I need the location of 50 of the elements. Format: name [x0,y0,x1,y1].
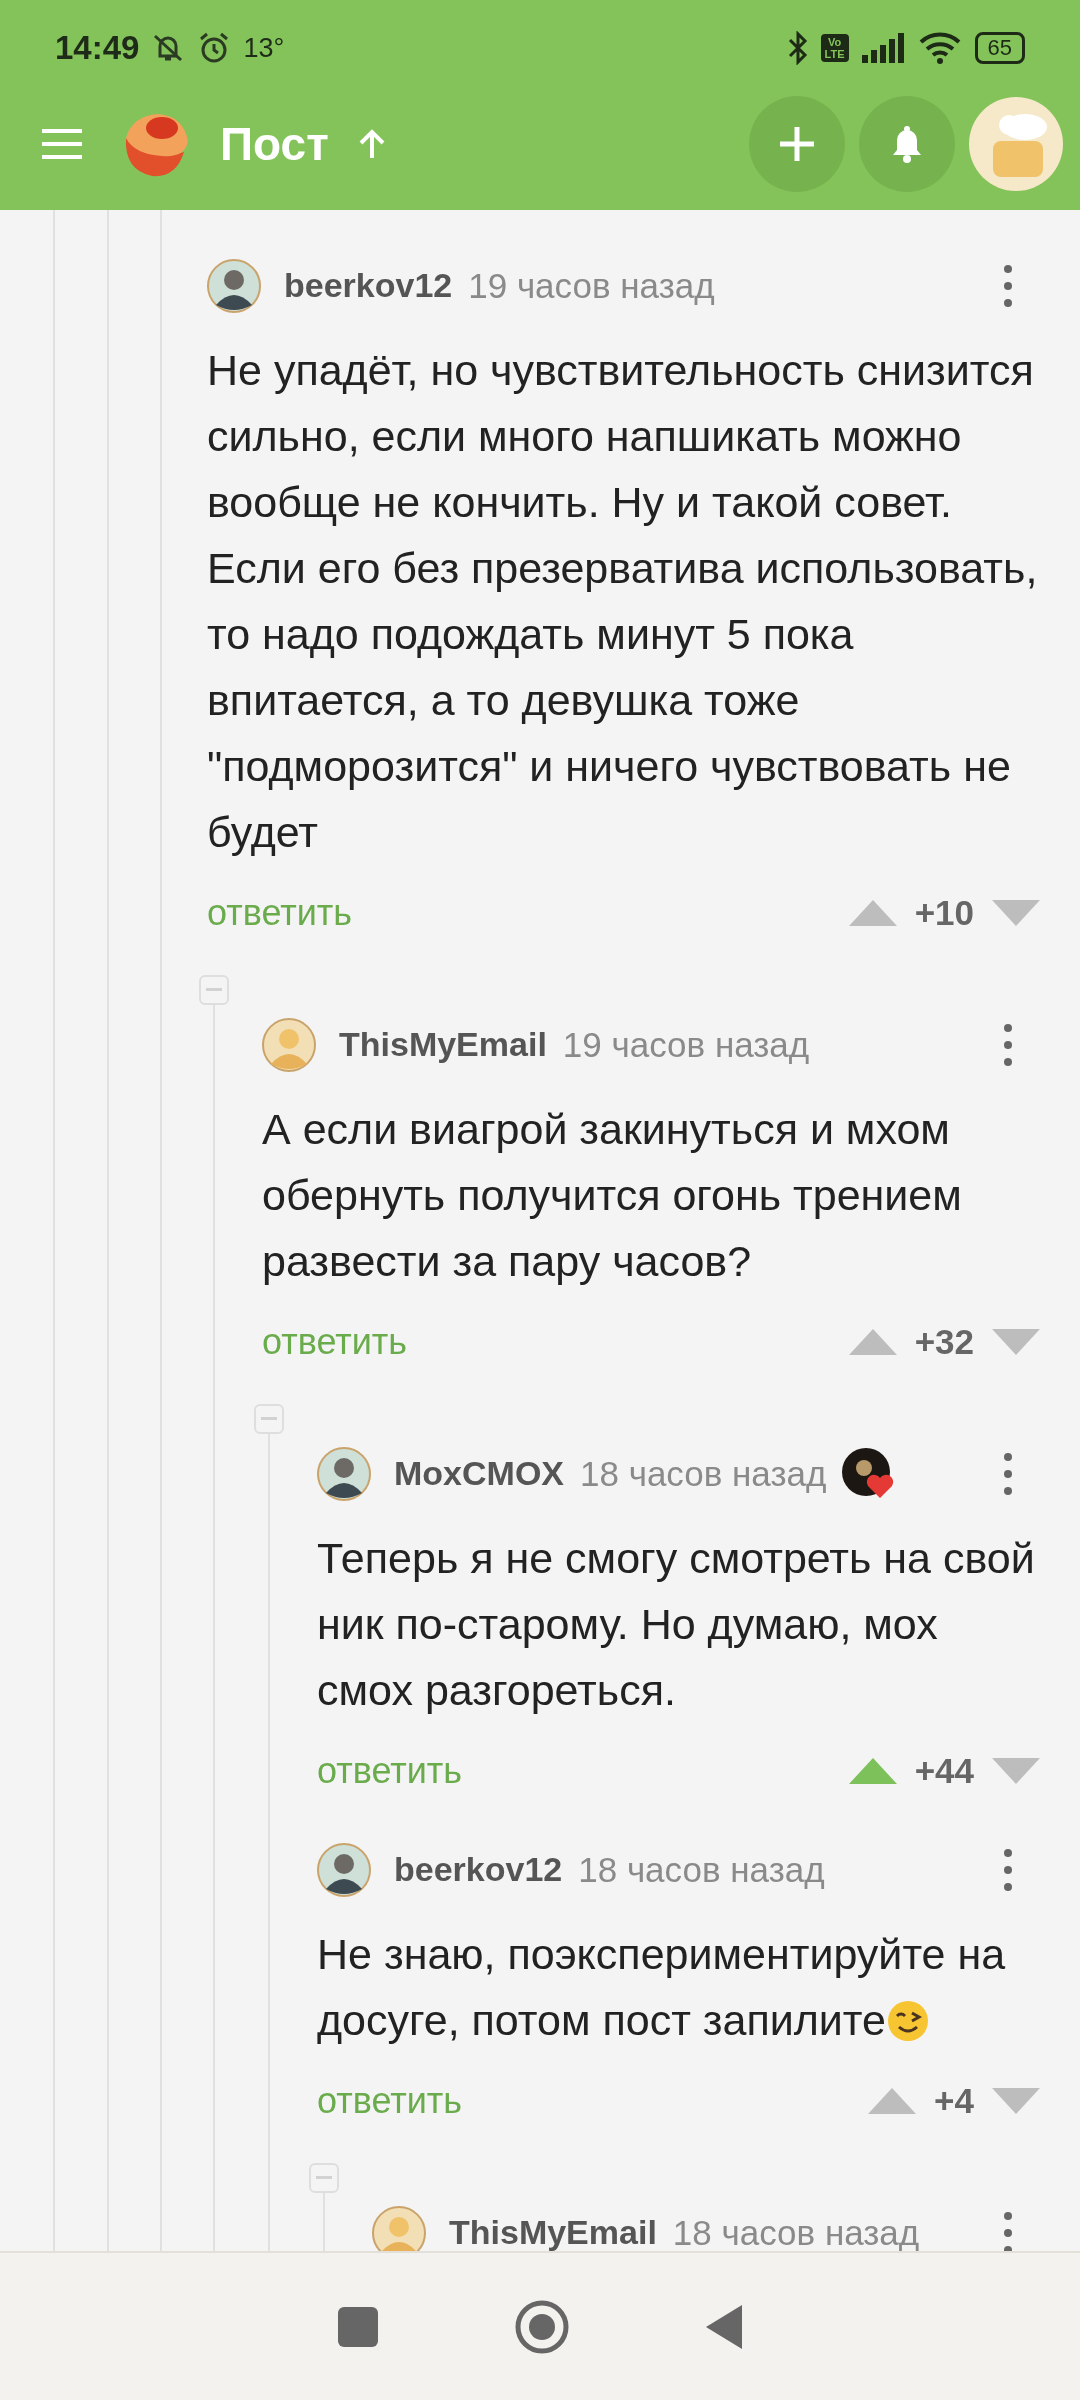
comment-rating: +10 [914,893,974,933]
upvote-button[interactable] [848,1758,897,1784]
menu-icon[interactable] [40,127,84,161]
comment-rating: +44 [914,1751,974,1791]
downvote-button[interactable] [992,1758,1040,1784]
network-badge: Vo LTE [820,34,849,62]
bluetooth-icon [786,31,809,65]
comment-text: Не упадёт, но чувствительность снизится сильно, если много напшикать можно вообще не кончить. Ну и такой совет. Если его без презерватива использовать, то надо подождать минут 5 пока впитается, а то девушка тоже "подморозится" и ничего чувствовать не будет [207,345,1039,858]
upvote-button[interactable] [868,2088,917,2114]
battery-indicator: 65 [974,32,1025,64]
more-options-icon[interactable] [1003,264,1013,308]
plus-icon [778,125,816,163]
author-name[interactable]: beerkov12 [284,268,453,304]
status-time: 14:49 [55,29,140,67]
minus-icon [206,988,222,992]
downvote-button[interactable] [992,900,1040,926]
signal-icon [860,33,907,63]
collapse-button[interactable] [309,2163,339,2193]
more-options-icon[interactable] [1003,1848,1013,1892]
comment-rating: +4 [934,2081,974,2121]
comment-time: 19 часов назад [468,267,715,305]
minus-icon [316,2176,332,2180]
downvote-button[interactable] [992,2088,1040,2114]
back-icon[interactable] [705,2304,742,2349]
author-name[interactable]: ThisMyEmail [339,1027,547,1063]
downvote-button[interactable] [992,1329,1040,1355]
comment-time: 18 часов назад [672,2214,920,2251]
comment-time: 18 часов назад [580,1455,827,1493]
minus-icon [261,1417,277,1421]
author-name[interactable]: beerkov12 [394,1852,563,1888]
author-name[interactable]: MoxCMOX [394,1456,564,1492]
wifi-icon [918,32,963,64]
author-name[interactable]: ThisMyEmail [449,2215,657,2251]
collapse-button[interactable] [254,1404,284,1434]
more-options-icon[interactable] [1003,2211,1013,2251]
collapse-button[interactable] [199,975,229,1005]
more-options-icon[interactable] [1003,1452,1013,1496]
temperature-text: 13° [243,32,285,64]
comment-rating: +32 [914,1322,974,1362]
home-icon[interactable] [515,2299,569,2354]
comment-text: А если виагрой закинуться и мхом обернуть получится огонь трением развести за пару часов? [262,1104,963,1287]
page-title: Пост [220,117,329,171]
comment-text: Теперь я не смогу смотреть на свой ник по-старому. Но думаю, мох смох разгореться. [317,1533,1036,1716]
upvote-button[interactable] [848,1329,897,1355]
comment-time: 19 часов назад [562,1026,810,1064]
comment-time: 18 часов назад [578,1851,825,1889]
upvote-button[interactable] [848,900,897,926]
recent-apps-icon[interactable] [338,2306,379,2347]
comment-text: Не знаю, поэкспериментируйте на досуге, потом пост запилите [317,1929,1007,2046]
more-options-icon[interactable] [1003,1023,1013,1067]
